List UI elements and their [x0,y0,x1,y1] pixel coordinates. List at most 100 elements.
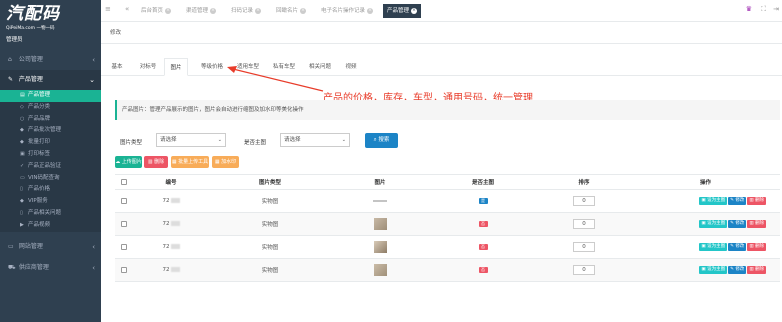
watermark-button[interactable]: ▦ 加水印 [212,156,239,168]
status-badge: 否 [478,220,488,227]
set-main-button[interactable]: ▣ 设为主图 [699,220,728,228]
sidebar-item-vip-service[interactable]: ◆ VIP服务 [0,196,101,208]
product-thumbnail[interactable] [373,241,387,253]
delete-button[interactable]: ▥ 删除 [144,156,168,168]
product-submenu: ▤ 产品管理 ◇ 产品分类 ○ 产品品牌 ◆ 产品批次管理 ◆ 批量打印 ▣ 打印标签 ✓ 产… [0,90,101,232]
close-icon[interactable]: × [367,7,374,14]
sort-input[interactable]: 0 [573,242,595,252]
edit-button[interactable]: ✎ 修改 [728,266,747,274]
menu-group-company[interactable]: ⌂ 公司管理 ‹ [0,50,101,70]
close-icon[interactable]: × [411,7,418,14]
delete-row-button[interactable]: ▥ 删除 [747,243,766,251]
tab-scan-record[interactable]: 扫码记录 × [227,4,265,18]
product-thumbnail[interactable] [373,264,387,276]
cell-ops: ▣ 设为主图 ✎ 修改 ▥ 删除 [631,212,780,236]
edit-button[interactable]: ✎ 修改 [728,243,747,251]
redacted-mark [170,221,180,226]
sidebar-item-label: 产品正品验证 [28,162,62,169]
sort-input[interactable]: 0 [573,196,595,206]
op-label: 修改 [735,221,745,226]
op-label: 删除 [755,198,764,203]
row-checkbox[interactable] [121,197,127,204]
close-icon[interactable]: × [255,7,262,14]
edit-button[interactable]: ✎ 修改 [728,220,747,228]
delete-row-button[interactable]: ▥ 删除 [747,220,766,228]
upload-image-button[interactable]: ☁ 上传图片 [115,156,142,168]
is-main-select[interactable]: 请选择 ⌄ [280,133,350,147]
theme-icon[interactable]: ♛ [746,5,752,13]
car-icon: ▭ [20,174,25,181]
sub-tabs: 基本 对标号 图片 等级价格 适用车型 私有车型 相关问题 视频 [101,58,782,76]
sidebar-item-product-price[interactable]: ▯ 产品价格 [0,184,101,196]
product-thumbnail[interactable] [373,218,387,230]
sidebar-item-product-manage[interactable]: ▤ 产品管理 [0,90,101,102]
tabs-prev-icon[interactable]: « [125,5,129,13]
close-icon[interactable]: × [210,7,217,14]
row-checkbox-cell [115,258,133,282]
row-checkbox[interactable] [121,220,127,227]
tab-card-log[interactable]: 电子名片操作记录 × [317,4,377,18]
brand-logo: 汽配码 QiPeiMa.com 一物一码 管理员 [0,0,101,46]
tab-home[interactable]: 后台首页 × [137,4,175,18]
set-main-button[interactable]: ▣ 设为主图 [699,197,728,205]
op-label: 修改 [735,244,745,249]
chevron-down-icon: ⌄ [217,137,222,143]
delete-row-button[interactable]: ▥ 删除 [747,197,766,205]
cell-type: 实物图 [209,235,331,259]
cell-ops: ▣ 设为主图 ✎ 修改 ▥ 删除 [631,235,780,259]
cell-type: 实物图 [209,189,331,213]
tab-card[interactable]: 回瞰名片 × [272,4,310,18]
delete-row-button[interactable]: ▥ 删除 [747,266,766,274]
subtab-basic[interactable]: 基本 [107,58,127,76]
redacted-mark [170,198,180,203]
tab-channel[interactable]: 渠道管理 × [182,4,220,18]
wrench-icon: ✎ [8,76,14,83]
sidebar-item-product-category[interactable]: ◇ 产品分类 [0,102,101,114]
sidebar-item-vin-query[interactable]: ▭ VIN码配查询 [0,173,101,185]
batch-upload-button[interactable]: ▦ 批量上传工具 [171,156,209,168]
close-icon[interactable]: × [165,7,172,14]
sort-input[interactable]: 0 [573,265,595,275]
image-type-select[interactable]: 请选择 ⌄ [156,133,226,147]
sidebar-item-product-verify[interactable]: ✓ 产品正品验证 [0,161,101,173]
op-label: 设为主图 [707,267,726,272]
menu-group-website[interactable]: ▭ 网站管理 ‹ [0,237,101,257]
sidebar-item-product-batch[interactable]: ◆ 产品批次管理 [0,125,101,137]
menu-toggle-icon[interactable]: ≡ [105,5,111,13]
close-icon[interactable]: × [300,7,307,14]
subtab-video[interactable]: 视频 [340,58,362,76]
edit-button[interactable]: ✎ 修改 [728,197,747,205]
sidebar-item-product-video[interactable]: ▶ 产品视频 [0,220,101,232]
truck-icon: ⛟ [8,263,16,271]
cloud-upload-icon: ☁ [115,159,121,165]
sidebar-item-product-brand[interactable]: ○ 产品品牌 [0,114,101,126]
circle-icon: ○ [20,115,25,122]
chevron-left-icon: ‹ [92,56,95,64]
sidebar-item-label: VIP服务 [28,198,48,205]
search-button[interactable]: ⌕ 搜索 [365,133,398,148]
sidebar-item-batch-print[interactable]: ◆ 批量打印 [0,137,101,149]
cell-ops: ▣ 设为主图 ✎ 修改 ▥ 删除 [631,189,780,213]
select-all-checkbox[interactable] [121,178,127,185]
subtab-oe-number[interactable]: 对标号 [134,58,162,76]
tab-product-manage[interactable]: 产品管理 × [383,4,422,18]
shield-icon: ◆ [20,139,24,146]
row-checkbox[interactable] [121,266,127,273]
batch-upload-label: 批量上传工具 [178,159,209,165]
cell-image [331,212,429,236]
col-image: 图片 [331,174,429,190]
set-main-button[interactable]: ▣ 设为主图 [699,266,728,274]
op-label: 修改 [735,198,745,203]
info-box: 产品图片：管理产品展示的图片，图片会自动进行缩图及加水印等美化操作 [115,100,780,120]
sort-input[interactable]: 0 [573,219,595,229]
menu-group-supplier[interactable]: ⛟ 供应商管理 ‹ [0,258,101,278]
fullscreen-icon[interactable]: ⛶ [761,5,766,14]
product-thumbnail[interactable] [373,197,387,204]
sidebar-item-product-questions[interactable]: ▯ 产品相关问题 [0,208,101,220]
row-checkbox[interactable] [121,243,127,250]
set-main-button[interactable]: ▣ 设为主图 [699,243,728,251]
subtab-images[interactable]: 图片 [164,58,188,76]
sidebar-item-print-label[interactable]: ▣ 打印标签 [0,149,101,161]
exit-icon[interactable]: ⇥ [773,5,779,13]
menu-group-product[interactable]: ✎ 产品管理 ⌄ [0,70,101,90]
